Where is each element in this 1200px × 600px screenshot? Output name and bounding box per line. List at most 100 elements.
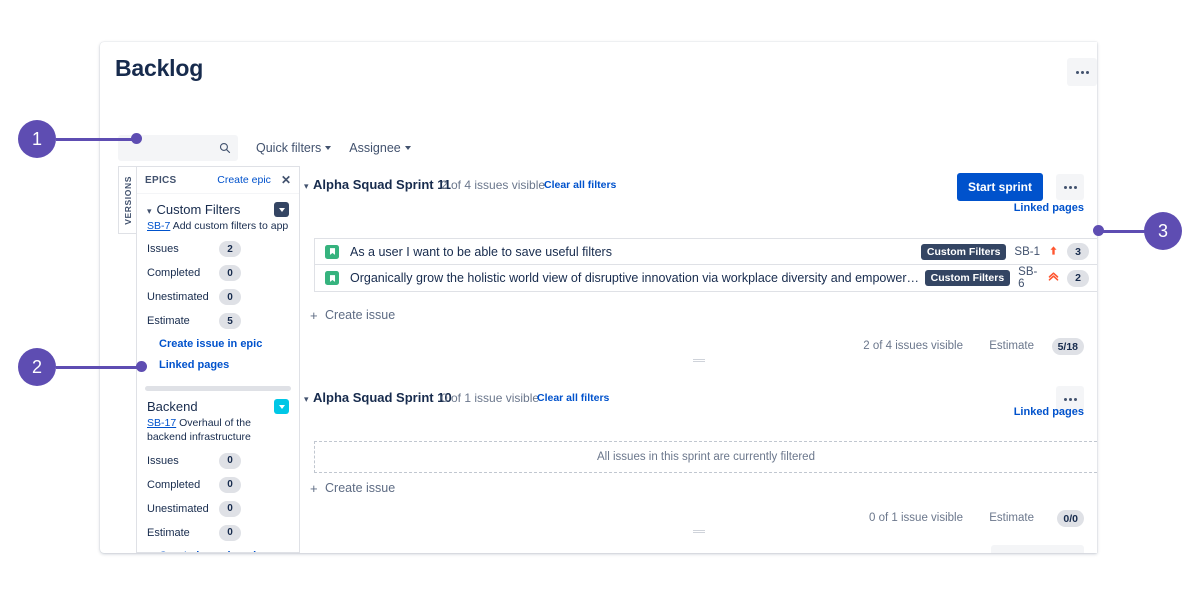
annotation-dot-3: [1093, 225, 1104, 236]
sprint-resize-handle[interactable]: [693, 359, 705, 363]
epic-stat-estimate: Estimate 0: [147, 525, 289, 541]
versions-tab[interactable]: VERSIONS: [118, 166, 136, 234]
quick-filters-label: Quick filters: [256, 141, 321, 155]
backlog-section-header: Backlog 0 of 4 issues visible Clear all …: [301, 552, 1097, 553]
sprint-10-empty-state: All issues in this sprint are currently …: [314, 441, 1097, 473]
chevron-down-icon[interactable]: ▾: [147, 206, 152, 217]
story-icon: [325, 271, 339, 285]
issue-key[interactable]: SB-6: [1018, 266, 1040, 290]
epic-stat-estimate: Estimate 5: [147, 313, 289, 329]
annotation-leader-3: [1098, 230, 1146, 233]
sprint-11-issue-list: As a user I want to be able to save usef…: [314, 238, 1097, 292]
epic-stat-value: 0: [219, 501, 241, 517]
chevron-down-icon: [325, 146, 331, 150]
chevron-down-icon[interactable]: ▾: [304, 394, 309, 405]
annotation-leader-1: [56, 138, 138, 141]
close-icon[interactable]: ✕: [281, 174, 291, 186]
linked-pages-link[interactable]: Linked pages: [1014, 202, 1084, 214]
linked-pages-link[interactable]: Linked pages: [159, 359, 289, 371]
epic-tag[interactable]: Custom Filters: [925, 270, 1011, 286]
create-epic-button[interactable]: Create epic: [217, 174, 271, 186]
plus-icon: +: [310, 308, 318, 323]
ellipsis-icon: [1069, 186, 1072, 189]
ellipsis-icon: [1074, 398, 1077, 401]
plus-icon: +: [310, 481, 318, 496]
epic-color-swatch[interactable]: [274, 399, 289, 414]
clear-all-filters-link[interactable]: Clear all filters: [537, 392, 609, 404]
epic-color-swatch[interactable]: [274, 202, 289, 217]
epic-summary: SB-17 Overhaul of the backend infrastruc…: [147, 416, 289, 444]
chevron-down-icon: [405, 146, 411, 150]
annotation-marker-2: 2: [18, 348, 56, 386]
epic-key-link[interactable]: SB-7: [147, 220, 170, 232]
ellipsis-icon: [1069, 398, 1072, 401]
annotation-marker-1: 1: [18, 120, 56, 158]
create-issue-in-epic-link[interactable]: Create issue in epic: [159, 338, 289, 350]
epic-stat-label: Completed: [147, 479, 219, 491]
epics-panel-header: EPICS Create epic ✕: [137, 167, 299, 194]
epic-stat-issues: Issues 2: [147, 241, 289, 257]
table-row[interactable]: Organically grow the holistic world view…: [315, 265, 1097, 291]
sprint-visible-count: 0 of 1 issue visible: [869, 512, 963, 524]
epic-stat-label: Issues: [147, 243, 219, 255]
clear-all-filters-link[interactable]: Clear all filters: [544, 179, 616, 191]
epics-panel-title: EPICS: [145, 175, 177, 186]
epic-tag[interactable]: Custom Filters: [921, 244, 1007, 260]
epic-stat-label: Issues: [147, 455, 219, 467]
epic-stat-value: 0: [219, 289, 241, 305]
sprint-10-footer: 0 of 1 issue visible Estimate 0/0: [301, 512, 1097, 528]
linked-pages-link[interactable]: Linked pages: [1014, 406, 1084, 418]
ellipsis-icon: [1074, 186, 1077, 189]
epic-stat-value: 0: [219, 525, 241, 541]
chevron-down-icon: [279, 405, 285, 409]
epic-item-backend[interactable]: Backend SB-17 Overhaul of the backend in…: [137, 391, 299, 552]
priority-high-arrow-up-icon: [1048, 243, 1059, 261]
epic-title-row: ▾ Custom Filters: [147, 202, 289, 217]
epic-summary: SB-7 Add custom filters to app: [147, 219, 289, 233]
issue-key[interactable]: SB-1: [1014, 246, 1040, 258]
issue-estimate: 2: [1067, 270, 1089, 287]
annotation-leader-2: [56, 366, 143, 369]
chevron-down-icon[interactable]: ▾: [304, 181, 309, 192]
screenshot-stage: Backlog Quick filters: [0, 0, 1200, 600]
sprint-estimate-label: Estimate: [989, 512, 1034, 524]
epic-stat-value: 0: [219, 265, 241, 281]
create-issue-button-sprint-11[interactable]: + Create issue: [301, 308, 395, 322]
epic-stat-value: 0: [219, 477, 241, 493]
sprint-estimate-value: 0/0: [1057, 510, 1084, 527]
issue-summary: As a user I want to be able to save usef…: [350, 245, 612, 259]
annotation-dot-1: [131, 133, 142, 144]
sprint-header-11: ▾ Alpha Squad Sprint 11 2 of 4 issues vi…: [301, 177, 1097, 197]
create-sprint-button[interactable]: Create sprint: [991, 545, 1084, 553]
sprint-resize-handle[interactable]: [693, 530, 705, 534]
sprint-visible-count: 2 of 4 issues visible: [863, 340, 963, 352]
epic-stat-label: Unestimated: [147, 291, 219, 303]
epic-key-link[interactable]: SB-17: [147, 417, 176, 429]
epic-summary-text: Add custom filters to app: [173, 220, 289, 232]
table-row[interactable]: As a user I want to be able to save usef…: [315, 239, 1097, 265]
board-more-button[interactable]: [1067, 58, 1097, 86]
create-issue-button-sprint-10[interactable]: + Create issue: [301, 481, 395, 495]
ellipsis-icon: [1064, 186, 1067, 189]
ellipsis-icon: [1086, 71, 1089, 74]
annotation-dot-2: [136, 361, 147, 372]
epic-stat-value: 0: [219, 453, 241, 469]
assignee-dropdown[interactable]: Assignee: [349, 141, 410, 155]
epic-stat-completed: Completed 0: [147, 265, 289, 281]
epic-stat-unestimated: Unestimated 0: [147, 289, 289, 305]
sprint-name: Alpha Squad Sprint 11: [313, 177, 451, 192]
backlog-window: Backlog Quick filters: [100, 42, 1097, 553]
create-issue-label: Create issue: [325, 481, 395, 495]
epic-name: Custom Filters: [157, 202, 241, 217]
create-issue-in-epic-link[interactable]: Create issue in epic: [159, 550, 289, 552]
backlog-main: ▾ Alpha Squad Sprint 11 2 of 4 issues vi…: [301, 166, 1097, 553]
epic-stat-label: Unestimated: [147, 503, 219, 515]
story-icon: [325, 245, 339, 259]
create-issue-label: Create issue: [325, 308, 395, 322]
sprint-issue-count: 0 of 1 issue visible: [441, 391, 539, 405]
epic-item-custom-filters[interactable]: ▾ Custom Filters SB-7 Add custom filters…: [137, 194, 299, 384]
epic-stat-value: 2: [219, 241, 241, 257]
sprint-issue-count: 2 of 4 issues visible: [441, 178, 545, 192]
epic-stat-issues: Issues 0: [147, 453, 289, 469]
quick-filters-dropdown[interactable]: Quick filters: [256, 141, 331, 155]
